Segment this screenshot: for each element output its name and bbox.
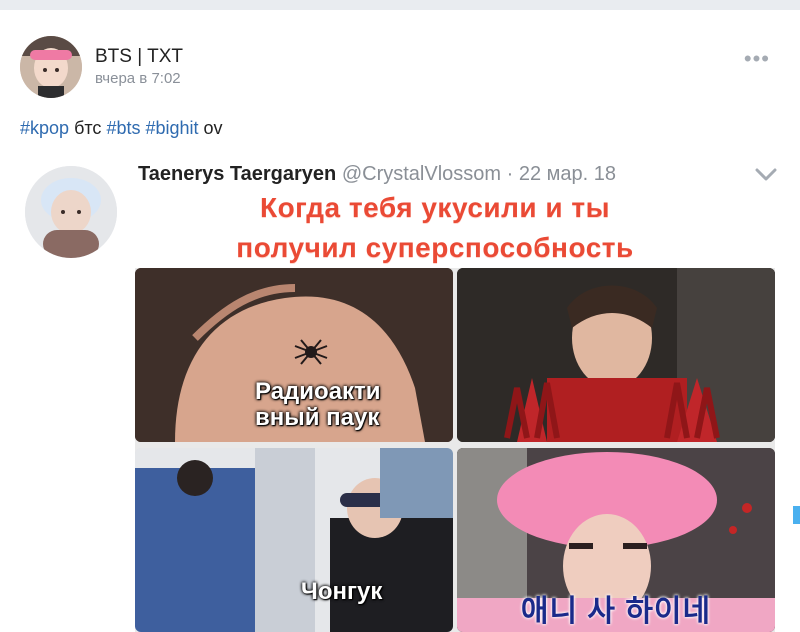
post-word-ov: ov xyxy=(203,118,223,138)
caption-spider-line-1: Радиоакти xyxy=(255,378,381,405)
post-time[interactable]: вчера в 7:02 xyxy=(95,70,181,87)
author-name[interactable]: BTS | TXT xyxy=(95,46,183,68)
meme-panel-group: Чонгук xyxy=(135,448,453,632)
group-photo-image xyxy=(135,448,453,632)
caption-spider-line-2: вный паук xyxy=(255,404,380,431)
hashtag-bts[interactable]: #bts xyxy=(106,118,140,138)
tweet-header: Taenerys Taergaryen @CrystalVlossom · 22… xyxy=(138,163,616,186)
author-avatar[interactable] xyxy=(20,36,82,98)
avatar-image xyxy=(20,36,82,98)
post-image[interactable]: Taenerys Taergaryen @CrystalVlossom · 22… xyxy=(0,150,800,632)
scroll-indicator[interactable] xyxy=(793,506,800,524)
tweet-name: Taenerys Taergaryen xyxy=(138,163,337,185)
meme-title-line-2: получил суперспособность xyxy=(236,232,634,263)
hashtag-bighit[interactable]: #bighit xyxy=(145,118,198,138)
top-bar xyxy=(0,0,800,10)
chevron-down-icon xyxy=(755,168,777,181)
more-dots-icon[interactable]: ••• xyxy=(744,46,770,72)
meme-title-line-1: Когда тебя укусили и ты xyxy=(259,192,610,223)
tweet-handle: @CrystalVlossom · 22 мар. 18 xyxy=(341,163,616,185)
post-card: BTS | TXT вчера в 7:02 ••• #kpop бтс #bt… xyxy=(0,10,800,632)
meme-grid: Радиоакти вный паук Чонгук 애니 사 하이네 xyxy=(135,268,775,632)
tweet-avatar-image xyxy=(25,166,117,258)
hashtag-kpop[interactable]: #kpop xyxy=(20,118,69,138)
post-text: #kpop бтс #bts #bighit ov xyxy=(20,118,223,139)
meme-panel-spiderman xyxy=(457,268,775,442)
tweet-avatar xyxy=(25,166,117,258)
meme-panel-pink-hat: 애니 사 하이네 xyxy=(457,448,775,632)
spiderman-image xyxy=(457,268,775,442)
post-word-bts-ru: бтс xyxy=(74,118,102,138)
caption-korean: 애니 사 하이네 xyxy=(520,595,712,628)
caption-person: Чонгук xyxy=(301,578,383,605)
meme-panel-spider: Радиоакти вный паук xyxy=(135,268,453,442)
